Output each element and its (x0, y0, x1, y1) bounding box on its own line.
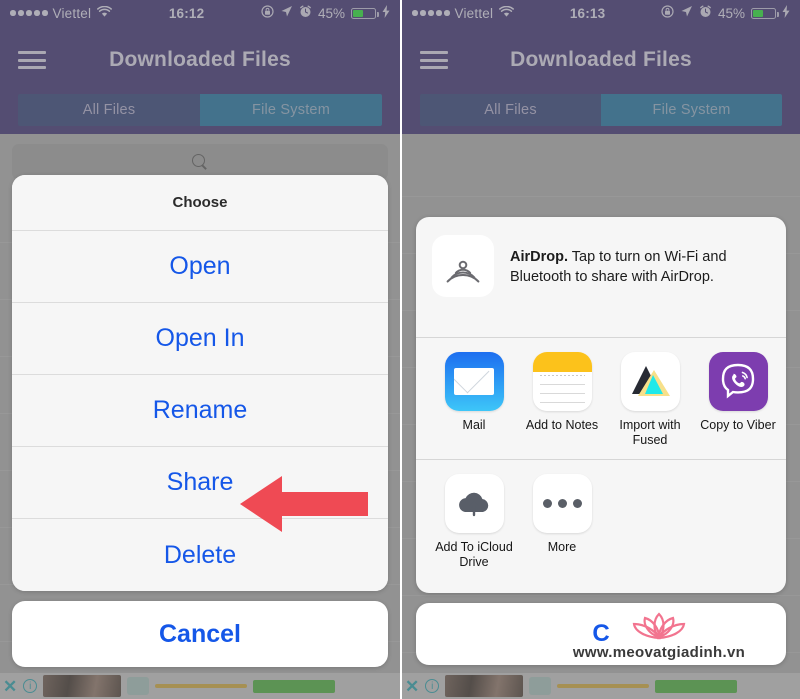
share-action-more[interactable]: More (518, 473, 606, 571)
watermark: www.meovatgiadinh.vn (534, 603, 784, 665)
share-action-row: Add To iCloud Drive More (416, 460, 786, 593)
share-action-label: More (547, 539, 577, 554)
share-app-copy-to-viber[interactable]: Copy to Viber (694, 351, 782, 449)
icloud-upload-icon (444, 473, 504, 533)
share-app-whatsapp[interactable] (782, 352, 786, 449)
mail-icon (444, 351, 504, 411)
share-action-label: Add To iCloud Drive (435, 539, 513, 570)
phone-screen-left: Viettel 16:12 45% Downloaded Files All F… (0, 0, 400, 699)
share-app-label: Add to Notes (525, 417, 599, 432)
airdrop-description: AirDrop. Tap to turn on Wi-Fi and Blueto… (510, 235, 770, 288)
share-app-label: Import with Fused (619, 417, 681, 448)
cancel-button[interactable]: Cancel (12, 601, 388, 667)
fused-icon (620, 351, 680, 411)
phone-screen-right: Viettel 16:13 45% Downloaded Files All F… (400, 0, 800, 699)
share-action-add-to-icloud-drive[interactable]: Add To iCloud Drive (430, 473, 518, 571)
action-rename[interactable]: Rename (12, 375, 388, 447)
share-app-notes[interactable]: Add to Notes (518, 351, 606, 449)
cancel-label: C (592, 620, 610, 647)
action-open[interactable]: Open (12, 231, 388, 303)
airdrop-icon (432, 234, 494, 297)
action-sheet-title: Choose (12, 175, 388, 231)
viber-icon (708, 351, 768, 411)
screenshot-canvas: Viettel 16:12 45% Downloaded Files All F… (0, 0, 800, 699)
share-app-import-with-fused[interactable]: Import with Fused (606, 351, 694, 449)
action-sheet: Choose Open Open In Rename Share Delete … (12, 175, 388, 667)
share-app-label: Copy to Viber (700, 417, 776, 432)
share-app-label: Mail (462, 417, 486, 432)
action-delete[interactable]: Delete (12, 519, 388, 591)
action-share[interactable]: Share (12, 447, 388, 519)
airdrop-section[interactable]: AirDrop. Tap to turn on Wi-Fi and Blueto… (416, 217, 786, 338)
airdrop-title: AirDrop. (510, 248, 568, 265)
more-dots-icon (532, 473, 592, 533)
notes-icon (532, 351, 592, 411)
share-sheet: AirDrop. Tap to turn on Wi-Fi and Blueto… (416, 216, 786, 665)
share-app-row: Mail Add to Notes Import with Fused Copy… (416, 338, 786, 460)
share-app-mail[interactable]: Mail (430, 351, 518, 449)
lotus-flower-logo (632, 612, 686, 640)
action-open-in[interactable]: Open In (12, 303, 388, 375)
cancel-button[interactable]: C www.meovatgiadinh.vn (416, 603, 786, 665)
